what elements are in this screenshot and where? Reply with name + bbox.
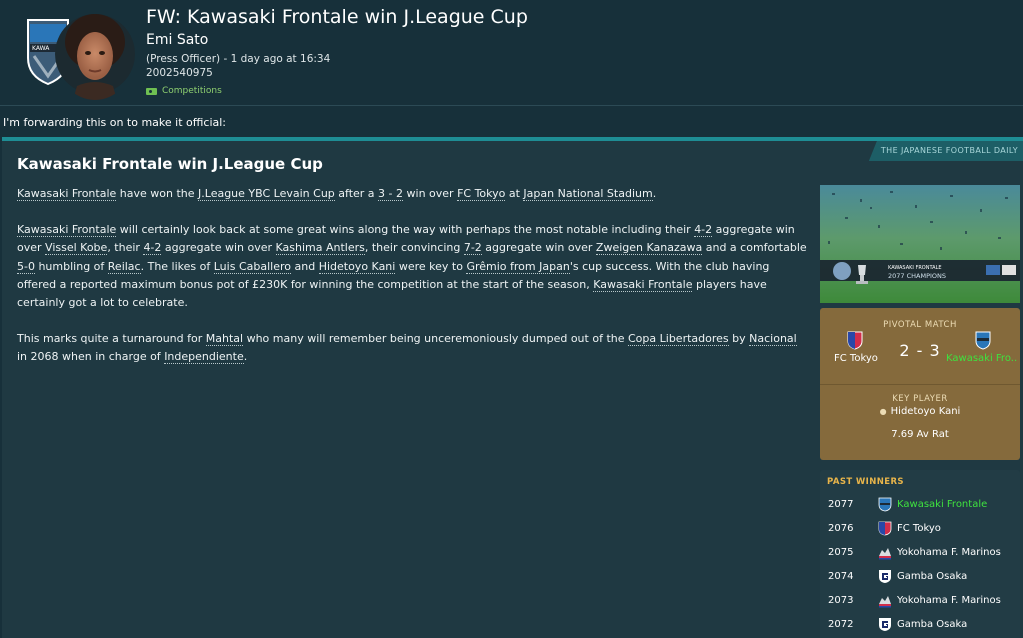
team-name: Kawasaki Frontale: [897, 499, 988, 510]
competition-link[interactable]: Copa Libertadores: [628, 332, 729, 347]
team-link[interactable]: FC Tokyo: [457, 187, 506, 201]
key-player-title: KEY PLAYER: [892, 394, 948, 404]
text: have won the: [116, 187, 199, 200]
past-winner-row[interactable]: 2075 Yokohama F. Marinos: [820, 542, 1020, 566]
text: .: [243, 350, 248, 364]
pivotal-match-panel[interactable]: PIVOTAL MATCH FC Tokyo 2 - 3 Kawasaki Fr…: [820, 308, 1020, 460]
key-player-label: Hidetoyo Kani: [890, 406, 961, 417]
competition-link[interactable]: J.League YBC Levain Cup: [198, 187, 335, 201]
text: , their: [107, 241, 144, 255]
text: This marks quite a turnaround for: [17, 332, 206, 346]
svg-text:KAWA: KAWA: [32, 45, 50, 52]
team-link[interactable]: Kawasaki Frontale: [17, 223, 117, 238]
category-tag[interactable]: Competitions: [146, 86, 222, 96]
text: aggregate win over: [161, 241, 276, 255]
tag-icon: [146, 87, 157, 95]
team-name: Yokohama F. Marinos: [897, 595, 1001, 606]
celebration-image: KAWASAKI FRONTALE 2077 CHAMPIONS: [820, 185, 1020, 303]
text: in 2068 when in charge of: [17, 350, 165, 364]
yokohama-badge-icon: [879, 596, 891, 608]
article-paragraph: Kawasaki Frontale will certainly look ba…: [17, 221, 807, 312]
divider: [820, 384, 1020, 385]
text: at: [505, 187, 524, 200]
pivotal-match-title: PIVOTAL MATCH: [883, 320, 957, 330]
article-paragraph: This marks quite a turnaround for Mahtal…: [17, 330, 807, 366]
text: aggregate win over: [481, 241, 596, 255]
score-link[interactable]: 4-2: [694, 223, 713, 238]
team-link[interactable]: Kashima Antlers: [275, 241, 365, 256]
gamba-badge-icon: [879, 570, 891, 583]
team-name: FC Tokyo: [897, 523, 941, 534]
text: and: [290, 259, 319, 273]
team-link[interactable]: Reilac: [107, 259, 141, 274]
newspaper-name: THE JAPANESE FOOTBALL DAILY: [868, 141, 1023, 161]
sender-name[interactable]: Emi Sato: [146, 32, 208, 48]
kawasaki-badge-icon: [878, 497, 892, 512]
gamba-badge-icon: [879, 618, 891, 631]
team-link[interactable]: Kawasaki Frontale: [17, 187, 117, 201]
text: . The likes of: [140, 259, 214, 273]
past-winners-panel: PAST WINNERS 2077 Kawasaki Frontale 2076…: [820, 470, 1020, 638]
team-link[interactable]: Independiente: [164, 350, 244, 365]
text: , their convincing: [364, 241, 464, 255]
score-link[interactable]: 3 - 2: [378, 187, 404, 201]
message-title: FW: Kawasaki Frontale win J.League Cup: [146, 6, 528, 28]
stadium-link[interactable]: Japan National Stadium: [523, 187, 653, 201]
text: were key to: [395, 259, 467, 273]
text: and a comfortable: [702, 241, 807, 255]
yokohama-badge-icon: [879, 548, 891, 560]
article-body: Kawasaki Frontale have won the J.League …: [17, 185, 807, 385]
team-link[interactable]: Vissel Kobe: [45, 241, 108, 256]
banner-club: KAWASAKI FRONTALE: [888, 265, 942, 271]
score-link[interactable]: 5-0: [17, 259, 35, 274]
player-link[interactable]: Luis Caballero: [213, 259, 291, 274]
year: 2076: [828, 523, 854, 534]
text: who many will remember being unceremonio…: [243, 332, 628, 346]
team-name: Yokohama F. Marinos: [897, 547, 1001, 558]
text: after a: [334, 187, 379, 200]
article-paragraph: Kawasaki Frontale have won the J.League …: [17, 185, 807, 203]
fc-tokyo-badge-icon: [878, 521, 892, 536]
text: humbling of: [34, 259, 108, 273]
year: 2072: [828, 619, 854, 630]
category-tag-label: Competitions: [162, 86, 222, 96]
team-link[interactable]: Kawasaki Frontale: [593, 277, 693, 292]
year: 2077: [828, 499, 854, 510]
past-winner-row[interactable]: 2072 Gamba Osaka: [820, 614, 1020, 638]
past-winner-row[interactable]: 2077 Kawasaki Frontale: [820, 494, 1020, 518]
banner-title: 2077 CHAMPIONS: [888, 272, 946, 280]
past-winners-title: PAST WINNERS: [827, 477, 904, 487]
team-link[interactable]: Grêmio from Japan: [466, 259, 570, 274]
manager-link[interactable]: Mahtal: [205, 332, 244, 347]
key-player-rating: 7.69 Av Rat: [891, 429, 949, 440]
score-link[interactable]: 4-2: [143, 241, 162, 256]
forward-note: I'm forwarding this on to make it offici…: [3, 116, 227, 129]
team-name: Gamba Osaka: [897, 619, 968, 630]
year: 2074: [828, 571, 854, 582]
champions-photo: KAWASAKI FRONTALE 2077 CHAMPIONS: [820, 185, 1020, 303]
past-winner-row[interactable]: 2073 Yokohama F. Marinos: [820, 590, 1020, 614]
past-winner-row[interactable]: 2076 FC Tokyo: [820, 518, 1020, 542]
sender-avatar[interactable]: [55, 8, 135, 100]
past-winner-row[interactable]: 2074 Gamba Osaka: [820, 566, 1020, 590]
away-team[interactable]: Kawasaki Fro...: [946, 353, 1018, 364]
message-id: 2002540975: [146, 67, 213, 79]
text: by: [728, 332, 750, 346]
text: will certainly look back at some great w…: [116, 223, 695, 237]
message-header: KAWA FW: Kawasaki Frontale win J.League …: [0, 0, 1023, 106]
text: win over: [403, 187, 458, 200]
score-link[interactable]: 7-2: [463, 241, 482, 256]
team-link[interactable]: Nacional: [749, 332, 797, 347]
article-headline: Kawasaki Frontale win J.League Cup: [17, 155, 323, 173]
team-link[interactable]: Zweigen Kanazawa: [595, 241, 703, 256]
sender-meta: (Press Officer) - 1 day ago at 16:34: [146, 53, 331, 65]
person-icon: ●: [879, 407, 887, 416]
key-player-name[interactable]: ● Hidetoyo Kani: [820, 406, 1020, 417]
year: 2075: [828, 547, 854, 558]
text: .: [652, 187, 657, 200]
team-name: Gamba Osaka: [897, 571, 968, 582]
year: 2073: [828, 595, 854, 606]
player-link[interactable]: Hidetoyo Kani: [318, 259, 396, 274]
